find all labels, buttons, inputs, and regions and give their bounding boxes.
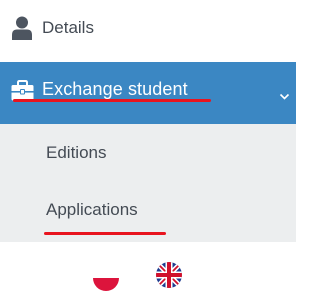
submenu-item-editions[interactable]: Editions [0, 124, 296, 183]
sidebar-item-exchange-student[interactable]: Exchange student [0, 62, 296, 124]
uk-flag-icon[interactable] [156, 262, 182, 288]
submenu-item-label: Applications [46, 200, 138, 219]
chevron-down-icon[interactable] [279, 88, 290, 100]
user-icon [11, 16, 33, 40]
active-underline [44, 232, 166, 235]
submenu-item-label: Editions [46, 143, 107, 162]
sidebar-item-label: Details [42, 18, 94, 37]
briefcase-icon [11, 80, 34, 101]
language-switcher [0, 242, 296, 295]
sidebar-item-details[interactable]: Details [0, 0, 296, 62]
pl-flag-icon[interactable] [93, 265, 119, 291]
active-underline [13, 99, 211, 102]
exchange-submenu: Editions Applications [0, 124, 296, 242]
sidebar-item-label: Exchange student [42, 79, 188, 99]
